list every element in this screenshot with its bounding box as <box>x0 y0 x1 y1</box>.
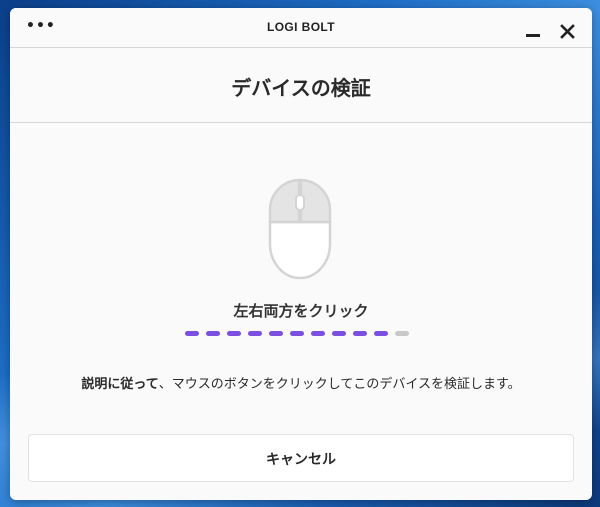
minimize-icon <box>526 34 540 37</box>
minimize-button[interactable] <box>522 22 544 42</box>
cancel-button[interactable]: キャンセル <box>28 434 574 482</box>
title-bar: ••• LOGI BOLT <box>10 8 592 47</box>
progress-step-done <box>311 331 325 336</box>
progress-step-done <box>353 331 367 336</box>
progress-step-done <box>206 331 220 336</box>
progress-step-done <box>332 331 346 336</box>
progress-step-done <box>290 331 304 336</box>
cancel-button-label: キャンセル <box>266 452 336 468</box>
close-icon <box>560 24 575 39</box>
description-emphasis: 説明に従って <box>81 377 159 392</box>
progress-step-done <box>185 331 199 336</box>
progress-step-done <box>374 331 388 336</box>
description-body: 、マウスのボタンをクリックしてこのデバイスを検証します。 <box>158 377 521 392</box>
close-button[interactable] <box>558 22 578 42</box>
progress-step-done <box>227 331 241 336</box>
progress-step-done <box>248 331 262 336</box>
verification-progress <box>185 331 417 337</box>
titlebar-divider <box>10 47 592 48</box>
mouse-icon <box>268 178 332 280</box>
header-divider <box>10 122 592 123</box>
progress-step-done <box>269 331 283 336</box>
description-text: 説明に従って、マウスのボタンをクリックしてこのデバイスを検証します。 <box>70 374 532 396</box>
instruction-label: 左右両方をクリック <box>233 302 369 320</box>
page-title: デバイスの検証 <box>231 76 371 100</box>
progress-step-pending <box>395 331 409 336</box>
app-window: ••• LOGI BOLT デバイスの検証 左右両方をクリック 説明に従って、マ… <box>10 8 592 500</box>
app-title: LOGI BOLT <box>266 20 336 34</box>
